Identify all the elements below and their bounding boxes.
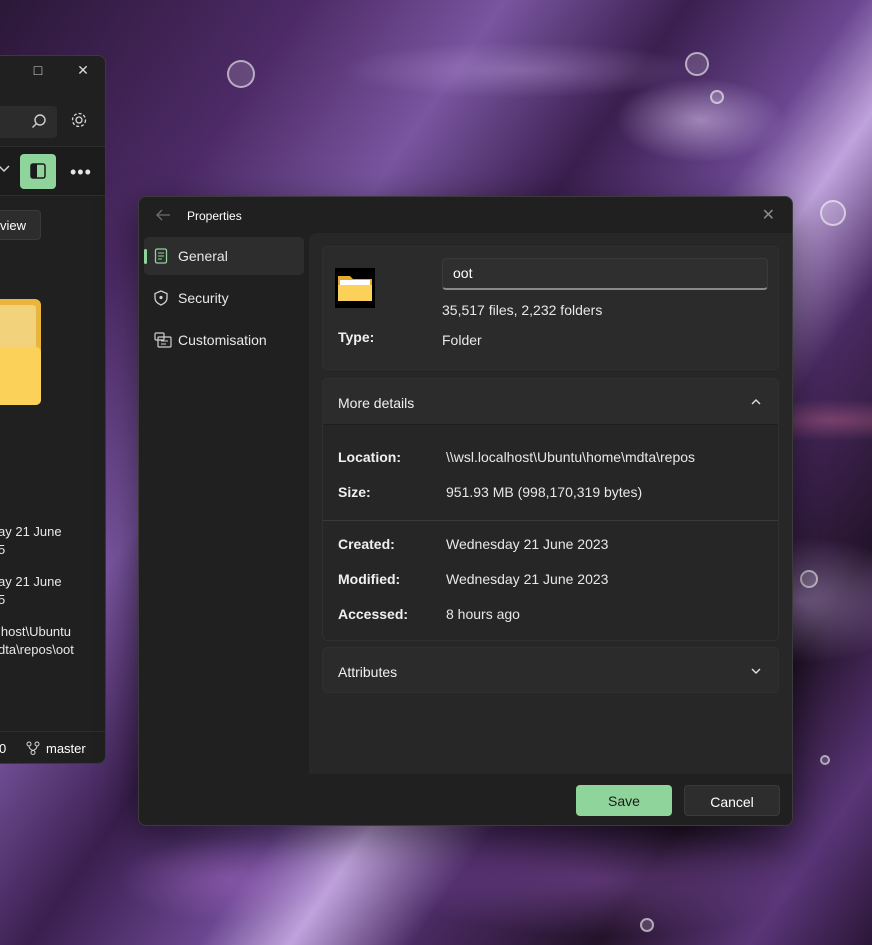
explorer-toolbar: ••• [0, 146, 105, 196]
search-icon [32, 114, 46, 128]
folder-name-input[interactable]: oot [442, 258, 768, 290]
wallpaper-bubble [710, 90, 724, 104]
divider [323, 520, 778, 521]
folder-thumbnail [338, 276, 372, 301]
nav-item-customisation[interactable]: Customisation [144, 321, 304, 359]
nav-item-general[interactable]: General [144, 237, 304, 275]
more-details-header[interactable]: More details [323, 379, 778, 425]
wallpaper-bubble [685, 52, 709, 76]
file-explorer-window: □ ✕ ••• view ay 21 June5 ay 21 June5 lho… [0, 55, 106, 764]
close-icon[interactable]: ✕ [75, 62, 91, 79]
properties-nav: General Security Customisation [139, 233, 309, 825]
more-details-title: More details [338, 395, 415, 411]
created-date-text: ay 21 June5 [0, 524, 62, 557]
more-details-body: Location: \\wsl.localhost\Ubuntu\home\md… [323, 425, 778, 640]
modified-value: Wednesday 21 June 2023 [446, 571, 609, 587]
active-indicator [144, 249, 147, 264]
more-options-icon[interactable]: ••• [70, 162, 92, 183]
wallpaper-bubble [800, 570, 818, 588]
chevron-down-icon[interactable] [0, 164, 10, 174]
type-label: Type: [338, 329, 375, 345]
nav-item-label: Security [178, 290, 229, 306]
close-icon[interactable]: ✕ [762, 205, 775, 225]
git-branch-name[interactable]: master [46, 741, 86, 756]
created-value: Wednesday 21 June 2023 [446, 536, 609, 552]
attributes-expander[interactable]: Attributes [322, 647, 779, 693]
size-label: Size: [338, 484, 371, 500]
status-bar: 0 master [0, 731, 105, 763]
general-page: oot 35,517 files, 2,232 folders Type: Fo… [309, 233, 792, 774]
wallpaper-bubble [227, 60, 255, 88]
path-text: lhost\Ubuntu dta\repos\oot [0, 624, 74, 657]
nav-item-label: General [178, 248, 228, 264]
chevron-up-icon [751, 399, 761, 405]
location-value: \\wsl.localhost\Ubuntu\home\mdta\repos [446, 449, 696, 465]
back-arrow-icon[interactable] [155, 208, 171, 222]
status-count: 0 [0, 741, 6, 756]
search-input[interactable] [0, 106, 57, 138]
save-button[interactable]: Save [576, 785, 672, 816]
properties-dialog: Properties ✕ General Security Customisat… [138, 196, 793, 826]
chevron-down-icon [751, 668, 761, 674]
cancel-button[interactable]: Cancel [684, 785, 780, 816]
preview-pane-icon [30, 163, 46, 179]
git-branch-icon [26, 741, 40, 755]
type-value: Folder [442, 332, 482, 348]
general-summary-card: oot 35,517 files, 2,232 folders Type: Fo… [322, 246, 779, 370]
nav-item-security[interactable]: Security [144, 279, 304, 317]
nav-item-label: Customisation [178, 332, 267, 348]
accessed-label: Accessed: [338, 606, 409, 622]
preview-pane-button[interactable] [20, 154, 56, 189]
maximize-icon[interactable]: □ [30, 62, 46, 78]
modified-label: Modified: [338, 571, 401, 587]
document-icon [154, 248, 168, 264]
gear-icon[interactable] [70, 111, 88, 129]
accessed-value: 8 hours ago [446, 606, 520, 622]
explorer-titlebar: □ ✕ [0, 56, 105, 86]
file-folder-count: 35,517 files, 2,232 folders [442, 302, 603, 318]
dialog-titlebar: Properties ✕ [139, 197, 792, 233]
more-details-expander: More details Location: \\wsl.localhost\U… [322, 378, 779, 641]
wallpaper-bubble [820, 755, 830, 765]
wallpaper-bubble [640, 918, 654, 932]
customise-icon [154, 332, 172, 348]
attributes-title: Attributes [338, 664, 398, 680]
created-label: Created: [338, 536, 395, 552]
dialog-footer: Save Cancel [309, 774, 792, 825]
location-label: Location: [338, 449, 401, 465]
wallpaper-bubble [820, 200, 846, 226]
view-button-label: view [0, 218, 27, 233]
shield-icon [154, 290, 168, 306]
dialog-title: Properties [187, 209, 242, 223]
folder-name-value: oot [453, 265, 473, 281]
folder-icon [335, 268, 375, 308]
size-value: 951.93 MB (998,170,319 bytes) [446, 484, 643, 500]
folder-preview-icon [0, 299, 41, 405]
modified-date-text: ay 21 June5 [0, 574, 62, 607]
view-button[interactable]: view [0, 210, 41, 240]
